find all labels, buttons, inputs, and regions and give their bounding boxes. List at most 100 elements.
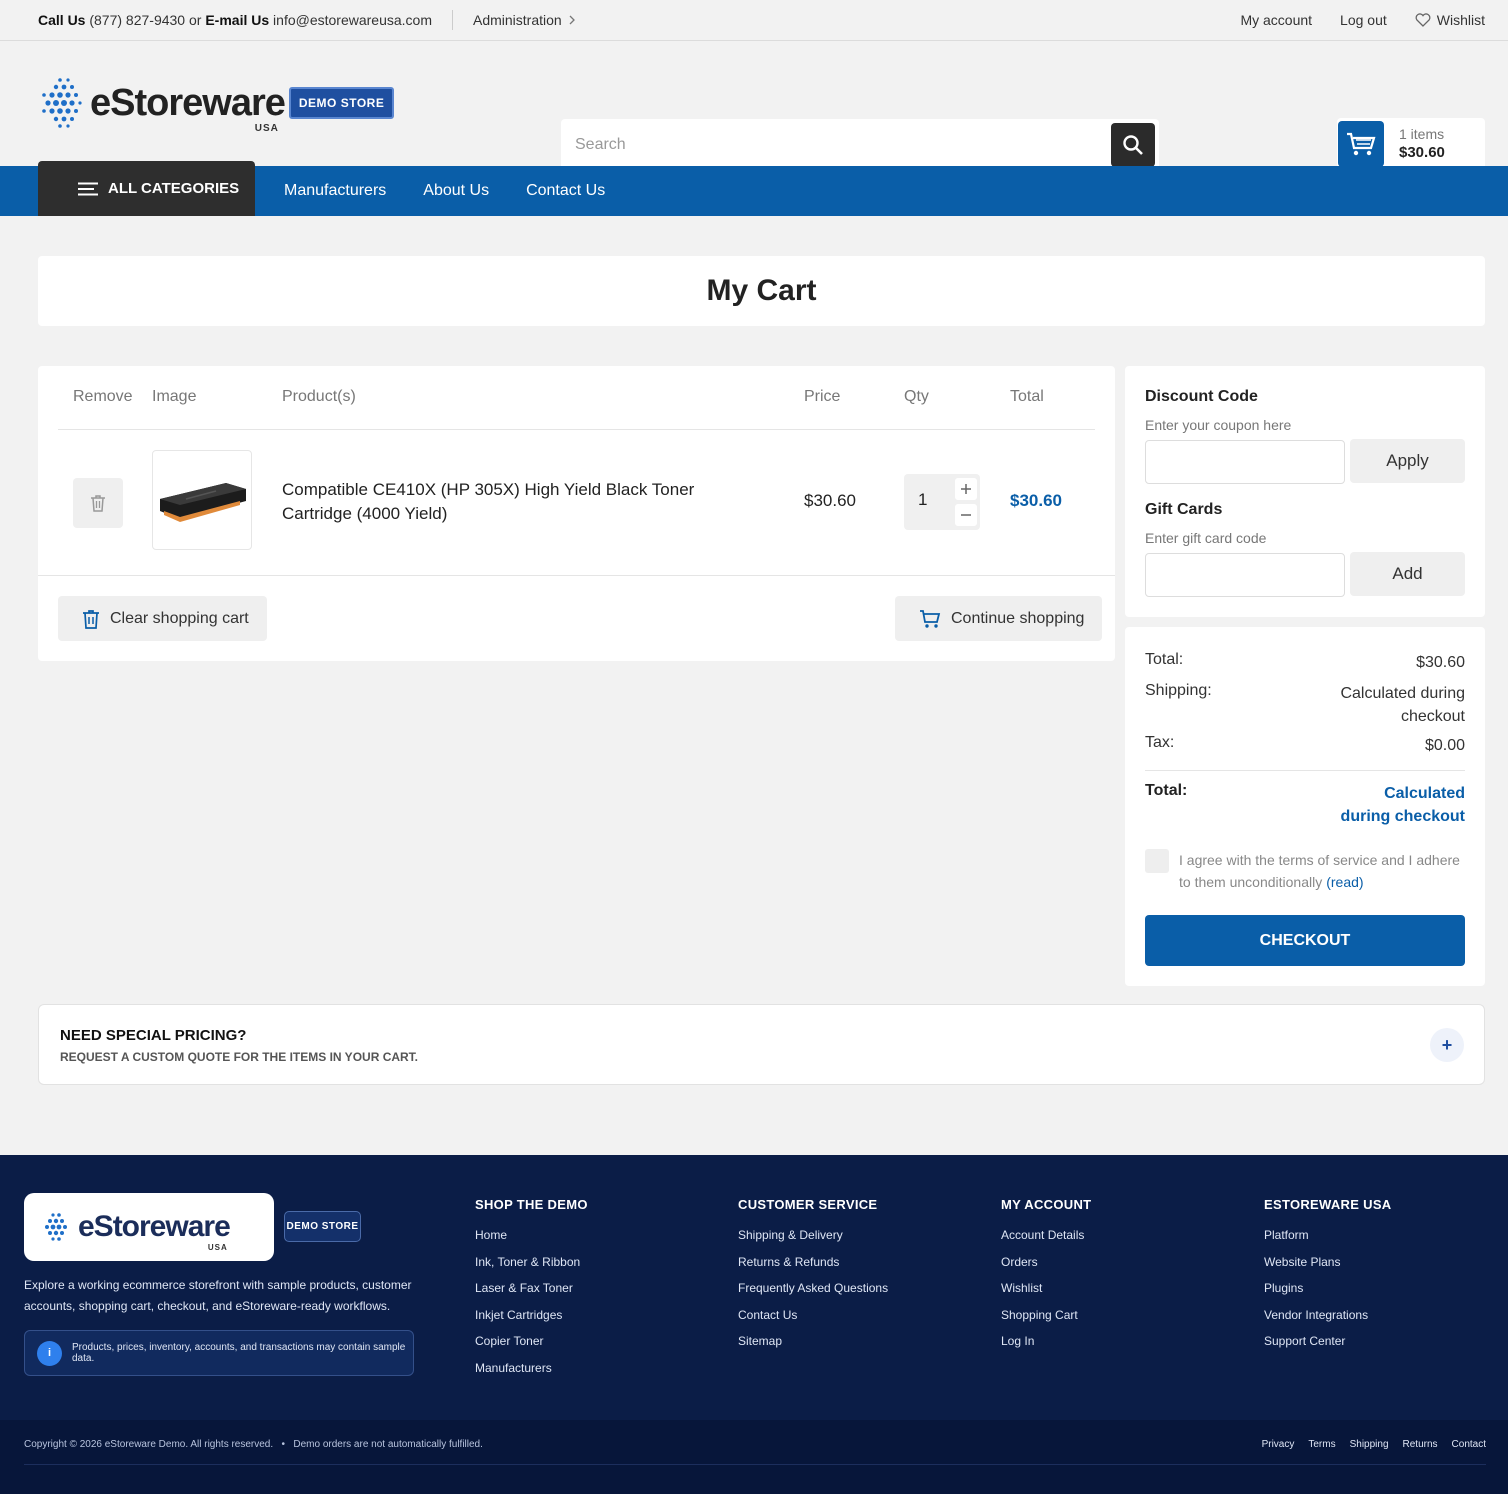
special-pricing-panel[interactable]: NEED SPECIAL PRICING? REQUEST A CUSTOM Q…	[38, 1004, 1485, 1085]
footer-link[interactable]: Ink, Toner & Ribbon	[475, 1255, 588, 1282]
continue-shopping-button[interactable]: Continue shopping	[895, 596, 1103, 641]
add-gift-card-button[interactable]: Add	[1350, 552, 1465, 596]
divider	[38, 575, 1115, 576]
footer-link[interactable]: Account Details	[1001, 1228, 1091, 1255]
summary-shipping-row: Shipping: Calculated during checkout	[1145, 682, 1465, 728]
footer-link[interactable]: Laser & Fax Toner	[475, 1281, 588, 1308]
all-categories-button[interactable]: ALL CATEGORIES	[38, 161, 255, 216]
item-total: $30.60	[1010, 491, 1062, 510]
divider	[1145, 770, 1465, 771]
summary-tax-row: Tax: $0.00	[1145, 734, 1465, 757]
footer-link[interactable]: Copier Toner	[475, 1334, 588, 1361]
order-summary: Total: $30.60 Shipping: Calculated durin…	[1125, 627, 1485, 986]
demo-store-badge: DEMO STORE	[284, 1211, 361, 1242]
summary-total: Calculated during checkout	[1340, 785, 1465, 826]
plus-icon	[961, 484, 971, 494]
footer-privacy-link[interactable]: Privacy	[1262, 1439, 1295, 1450]
footer-column-my-account: MY ACCOUNT Account Details Orders Wishli…	[1001, 1197, 1091, 1361]
main-nav: ALL CATEGORIES Manufacturers About Us Co…	[0, 161, 1508, 216]
footer-link[interactable]: Support Center	[1264, 1334, 1391, 1361]
email-link[interactable]: info@estorewareusa.com	[273, 12, 432, 28]
footer-link[interactable]: Plugins	[1264, 1281, 1391, 1308]
search-input[interactable]: Search	[561, 136, 1111, 154]
footer-link[interactable]: Frequently Asked Questions	[738, 1281, 888, 1308]
store-logo[interactable]: eStoreware USA DEMO STORE	[38, 73, 395, 134]
footer-link[interactable]: Home	[475, 1228, 588, 1255]
top-bar: Call Us (877) 827-9430 or E-mail Us info…	[0, 0, 1508, 41]
discount-code-input[interactable]	[1145, 440, 1345, 484]
toner-cartridge-image	[160, 483, 246, 522]
copyright: Copyright © 2026 eStoreware Demo. All ri…	[24, 1439, 483, 1450]
remove-item-button[interactable]	[73, 478, 123, 528]
footer-terms-link[interactable]: Terms	[1308, 1439, 1335, 1450]
footer-logo[interactable]: eStoreware USA	[24, 1193, 274, 1261]
discount-hint: Enter your coupon here	[1145, 417, 1292, 433]
nav-manufacturers[interactable]: Manufacturers	[284, 182, 386, 200]
header-qty: Qty	[904, 388, 929, 405]
increase-qty-button[interactable]	[955, 478, 977, 500]
terms-text: I agree with the terms of service and I …	[1179, 852, 1460, 891]
footer-link[interactable]: Vendor Integrations	[1264, 1308, 1391, 1335]
summary-shipping: Calculated during checkout	[1340, 685, 1465, 726]
nav-about-us[interactable]: About Us	[423, 182, 489, 200]
page-title: My Cart	[38, 256, 1485, 326]
footer-link[interactable]: Orders	[1001, 1255, 1091, 1282]
apply-discount-button[interactable]: Apply	[1350, 439, 1465, 483]
footer-shipping-link[interactable]: Shipping	[1350, 1439, 1389, 1450]
divider	[24, 1464, 1486, 1465]
footer-bottom-bar: Copyright © 2026 eStoreware Demo. All ri…	[0, 1420, 1508, 1494]
search-icon	[1123, 135, 1143, 155]
decrease-qty-button[interactable]	[955, 504, 977, 526]
footer-link[interactable]: Shopping Cart	[1001, 1308, 1091, 1335]
header-total: Total	[1010, 388, 1044, 405]
product-name-link[interactable]: Compatible CE410X (HP 305X) High Yield B…	[282, 478, 752, 526]
mini-cart[interactable]: 1 items $30.60	[1337, 118, 1485, 170]
gift-card-hint: Enter gift card code	[1145, 530, 1267, 546]
read-terms-link[interactable]: (read)	[1326, 874, 1363, 890]
footer-contact-link[interactable]: Contact	[1452, 1439, 1486, 1450]
call-us-text: Call Us (877) 827-9430 or E-mail Us info…	[38, 12, 432, 28]
log-out-link[interactable]: Log out	[1340, 12, 1387, 28]
search-button[interactable]	[1111, 123, 1155, 167]
header-price: Price	[804, 388, 841, 405]
trash-icon	[91, 495, 105, 512]
footer-link[interactable]: Contact Us	[738, 1308, 888, 1335]
summary-subtotal-row: Total: $30.60	[1145, 651, 1465, 674]
footer-link[interactable]: Sitemap	[738, 1334, 888, 1361]
administration-link[interactable]: Administration	[473, 12, 576, 28]
divider	[452, 10, 453, 30]
footer-link[interactable]: Website Plans	[1264, 1255, 1391, 1282]
footer-link[interactable]: Shipping & Delivery	[738, 1228, 888, 1255]
terms-agreement: I agree with the terms of service and I …	[1145, 849, 1465, 894]
my-account-link[interactable]: My account	[1240, 12, 1312, 28]
quantity-input[interactable]: 1	[918, 490, 927, 510]
footer-description: Explore a working ecommerce storefront w…	[24, 1278, 412, 1313]
checkout-button[interactable]: CHECKOUT	[1145, 915, 1465, 966]
summary-subtotal: $30.60	[1416, 654, 1465, 671]
gift-cards-title: Gift Cards	[1145, 501, 1223, 518]
trash-icon	[83, 609, 99, 629]
footer-column-shop: SHOP THE DEMO Home Ink, Toner & Ribbon L…	[475, 1197, 588, 1387]
footer-column-customer-service: CUSTOMER SERVICE Shipping & Delivery Ret…	[738, 1197, 888, 1361]
footer-link[interactable]: Inkjet Cartridges	[475, 1308, 588, 1335]
globe-logo-icon	[42, 78, 82, 128]
info-icon: i	[37, 1340, 62, 1366]
footer-link[interactable]: Platform	[1264, 1228, 1391, 1255]
wishlist-link[interactable]: Wishlist	[1415, 12, 1485, 28]
terms-checkbox[interactable]	[1145, 849, 1169, 873]
nav-contact-us[interactable]: Contact Us	[526, 182, 605, 200]
footer-link[interactable]: Wishlist	[1001, 1281, 1091, 1308]
footer-link[interactable]: Log In	[1001, 1334, 1091, 1361]
footer-returns-link[interactable]: Returns	[1403, 1439, 1438, 1450]
expand-toggle-button[interactable]: +	[1430, 1028, 1464, 1062]
clear-cart-button[interactable]: Clear shopping cart	[58, 596, 267, 641]
gift-card-input[interactable]	[1145, 553, 1345, 597]
header: eStoreware USA DEMO STORE Search 1 items …	[0, 41, 1508, 171]
discount-title: Discount Code	[1145, 388, 1258, 405]
footer-link[interactable]: Returns & Refunds	[738, 1255, 888, 1282]
footer-link[interactable]: Manufacturers	[475, 1361, 588, 1388]
special-pricing-title: NEED SPECIAL PRICING?	[60, 1027, 247, 1044]
product-image[interactable]	[152, 450, 252, 550]
special-pricing-subtitle: REQUEST A CUSTOM QUOTE FOR THE ITEMS IN …	[60, 1050, 419, 1064]
discount-panel: Discount Code Enter your coupon here App…	[1125, 366, 1485, 617]
